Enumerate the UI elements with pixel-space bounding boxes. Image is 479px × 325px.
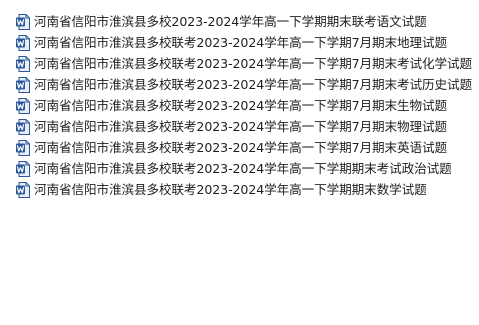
word-doc-icon	[16, 35, 30, 52]
file-name: 河南省信阳市淮滨县多校联考2023-2024学年高一下学期7月期末英语试题	[34, 139, 447, 155]
word-doc-icon	[16, 77, 30, 94]
word-doc-icon	[16, 181, 30, 198]
file-item[interactable]: 河南省信阳市淮滨县多校联考2023-2024学年高一下学期期末考试政治试题	[16, 158, 476, 179]
word-doc-icon	[16, 98, 30, 114]
file-item[interactable]: 河南省信阳市淮滨县多校联考2023-2024学年高一下学期7月期末物理试题	[16, 116, 476, 137]
file-item[interactable]: 河南省信阳市淮滨县多校联考2023-2024学年高一下学期7月期末考试历史试题	[16, 75, 476, 96]
word-doc-icon	[16, 139, 30, 156]
file-item[interactable]: 河南省信阳市淮滨县多校联考2023-2024学年高一下学期7月期末英语试题	[16, 137, 476, 158]
file-name: 河南省信阳市淮滨县多校联考2023-2024学年高一下学期7月期末考试化学试题	[34, 56, 472, 72]
file-name: 河南省信阳市淮滨县多校联考2023-2024学年高一下学期7月期末生物试题	[34, 98, 447, 113]
file-item[interactable]: 河南省信阳市淮滨县多校联考2023-2024学年高一下学期7月期末考试化学试题	[16, 54, 476, 75]
file-name: 河南省信阳市淮滨县多校联考2023-2024学年高一下学期7月期末考试历史试题	[34, 77, 472, 93]
file-list: 河南省信阳市淮滨县多校2023-2024学年高一下学期期末联考语文试题 河南省信…	[16, 12, 476, 200]
file-name: 河南省信阳市淮滨县多校联考2023-2024学年高一下学期期末数学试题	[34, 181, 427, 197]
file-item[interactable]: 河南省信阳市淮滨县多校2023-2024学年高一下学期期末联考语文试题	[16, 12, 476, 33]
file-item[interactable]: 河南省信阳市淮滨县多校联考2023-2024学年高一下学期7月期末生物试题	[16, 96, 476, 117]
file-name: 河南省信阳市淮滨县多校联考2023-2024学年高一下学期期末考试政治试题	[34, 160, 452, 176]
word-doc-icon	[16, 14, 30, 31]
file-name: 河南省信阳市淮滨县多校2023-2024学年高一下学期期末联考语文试题	[34, 14, 427, 30]
word-doc-icon	[16, 160, 30, 177]
word-doc-icon	[16, 118, 30, 135]
file-item[interactable]: 河南省信阳市淮滨县多校联考2023-2024学年高一下学期期末数学试题	[16, 179, 476, 200]
file-name: 河南省信阳市淮滨县多校联考2023-2024学年高一下学期7月期末地理试题	[34, 35, 447, 51]
file-item[interactable]: 河南省信阳市淮滨县多校联考2023-2024学年高一下学期7月期末地理试题	[16, 33, 476, 54]
file-name: 河南省信阳市淮滨县多校联考2023-2024学年高一下学期7月期末物理试题	[34, 118, 447, 134]
word-doc-icon	[16, 56, 30, 73]
